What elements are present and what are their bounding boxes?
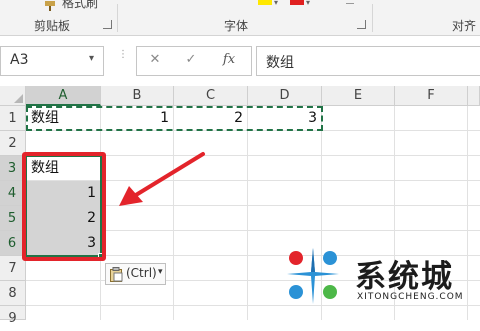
gridline <box>26 305 480 306</box>
highlight-color-swatch[interactable] <box>258 0 272 5</box>
formula-input-value: 数组 <box>266 55 294 71</box>
formula-bar: A3 ▾ ⋮ ✕ ✓ fx 数组 <box>0 36 480 86</box>
gridline <box>247 106 248 320</box>
dropdown-arrow-icon[interactable]: ▾ <box>306 0 310 7</box>
column-header-g[interactable] <box>468 86 480 106</box>
formula-bar-grip-icon[interactable]: ⋮ <box>118 50 128 60</box>
paste-options-dropdown-icon: ▾ <box>158 267 163 277</box>
cancel-icon[interactable]: ✕ <box>147 52 163 67</box>
column-header-d[interactable]: D <box>248 86 322 106</box>
paste-options-button[interactable]: (Ctrl) ▾ <box>105 263 166 285</box>
select-all-button[interactable] <box>0 86 26 106</box>
watermark-brand: 系统城 <box>355 259 454 295</box>
row-header-1[interactable]: 1 <box>0 106 26 131</box>
format-painter-button[interactable]: 格式刷 <box>62 0 98 11</box>
ribbon: 格式刷 ▾ ▾ 剪贴板 字体 对齐 <box>0 0 480 36</box>
column-header-e[interactable]: E <box>322 86 395 106</box>
font-dialog-launcher-icon[interactable] <box>357 20 366 29</box>
formula-buttons-group: ✕ ✓ fx <box>136 46 252 76</box>
watermark-url: XITONGCHENG.COM <box>357 292 464 302</box>
gridline <box>467 106 468 320</box>
group-divider <box>117 4 118 32</box>
enter-icon[interactable]: ✓ <box>183 52 199 67</box>
gridline <box>173 106 174 320</box>
worksheet-grid: A B C D E F 1 2 3 4 5 6 7 8 9 数组 1 2 3 数… <box>0 86 480 326</box>
format-painter-icon[interactable] <box>44 0 58 11</box>
clipboard-dialog-launcher-icon[interactable] <box>103 20 112 29</box>
font-color-swatch[interactable] <box>290 0 304 5</box>
row-header-9[interactable]: 9 <box>0 306 26 326</box>
insert-function-icon[interactable]: fx <box>219 52 239 67</box>
dropdown-arrow-icon[interactable]: ▾ <box>274 0 278 7</box>
group-divider <box>372 4 373 32</box>
name-box[interactable]: A3 ▾ <box>0 46 104 76</box>
font-size-increase-icon[interactable] <box>346 0 354 4</box>
red-arrow-icon <box>119 152 205 206</box>
clipboard-icon <box>110 267 123 282</box>
paste-options-label: (Ctrl) <box>126 266 157 280</box>
column-header-c[interactable]: C <box>174 86 248 106</box>
site-logo-icon <box>287 248 339 304</box>
clipboard-group-label: 剪贴板 <box>34 19 71 33</box>
name-box-value: A3 <box>10 52 29 68</box>
formula-input[interactable]: 数组 <box>256 46 480 76</box>
column-header-a[interactable]: A <box>26 86 101 106</box>
column-header-b[interactable]: B <box>101 86 174 106</box>
column-header-f[interactable]: F <box>395 86 468 106</box>
alignment-group-label: 对齐 <box>452 19 477 33</box>
font-group-label: 字体 <box>224 19 249 33</box>
row-header-8[interactable]: 8 <box>0 281 26 306</box>
name-box-dropdown-icon[interactable]: ▾ <box>89 53 94 64</box>
red-highlight-box <box>22 152 106 261</box>
copy-marquee <box>26 106 323 131</box>
